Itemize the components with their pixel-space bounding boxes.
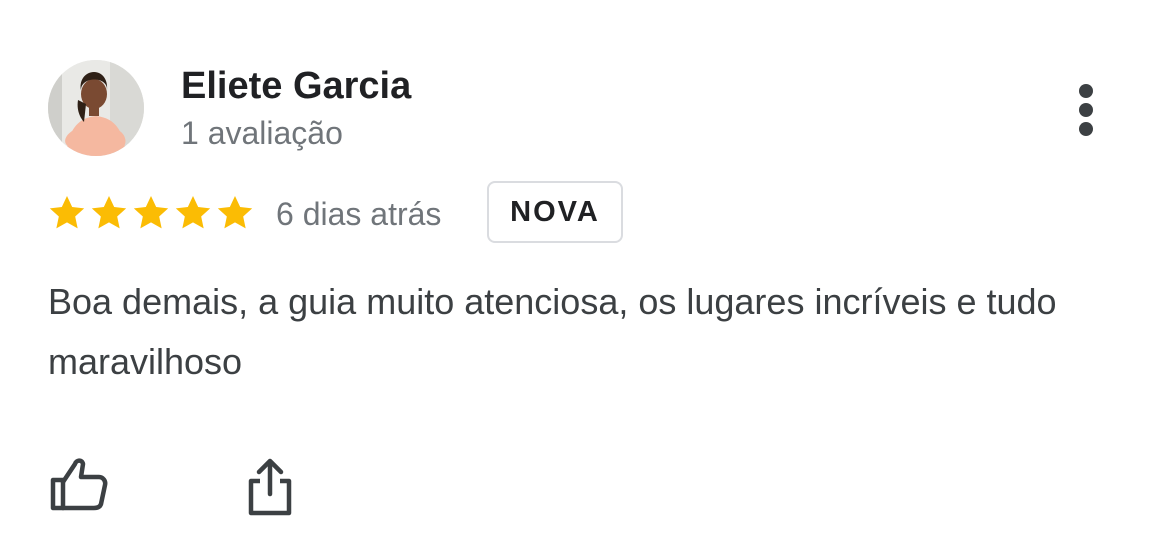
new-badge: NOVA [487,181,623,243]
like-button[interactable] [46,452,112,518]
review-date: 6 dias atrás [276,196,442,232]
share-button[interactable] [240,452,300,522]
more-vert-icon-dot [1079,122,1093,136]
author-photo [48,60,144,156]
more-options-button[interactable] [1062,78,1110,142]
star-icon [133,196,169,229]
share-icon [248,458,292,516]
more-vert-icon-dot [1079,103,1093,117]
star-icon [175,196,211,229]
star-icon [91,196,127,229]
review-text: Boa demais, a guia muito atenciosa, os l… [48,281,1057,382]
thumbs-up-icon [50,458,108,511]
more-vert-icon [1079,84,1093,98]
author-name[interactable]: Eliete Garcia [181,63,411,109]
author-avatar[interactable] [48,60,144,156]
star-icon [217,196,253,229]
author-review-count: 1 avaliação [181,115,343,151]
star-icon [49,196,85,229]
star-rating [47,193,255,233]
